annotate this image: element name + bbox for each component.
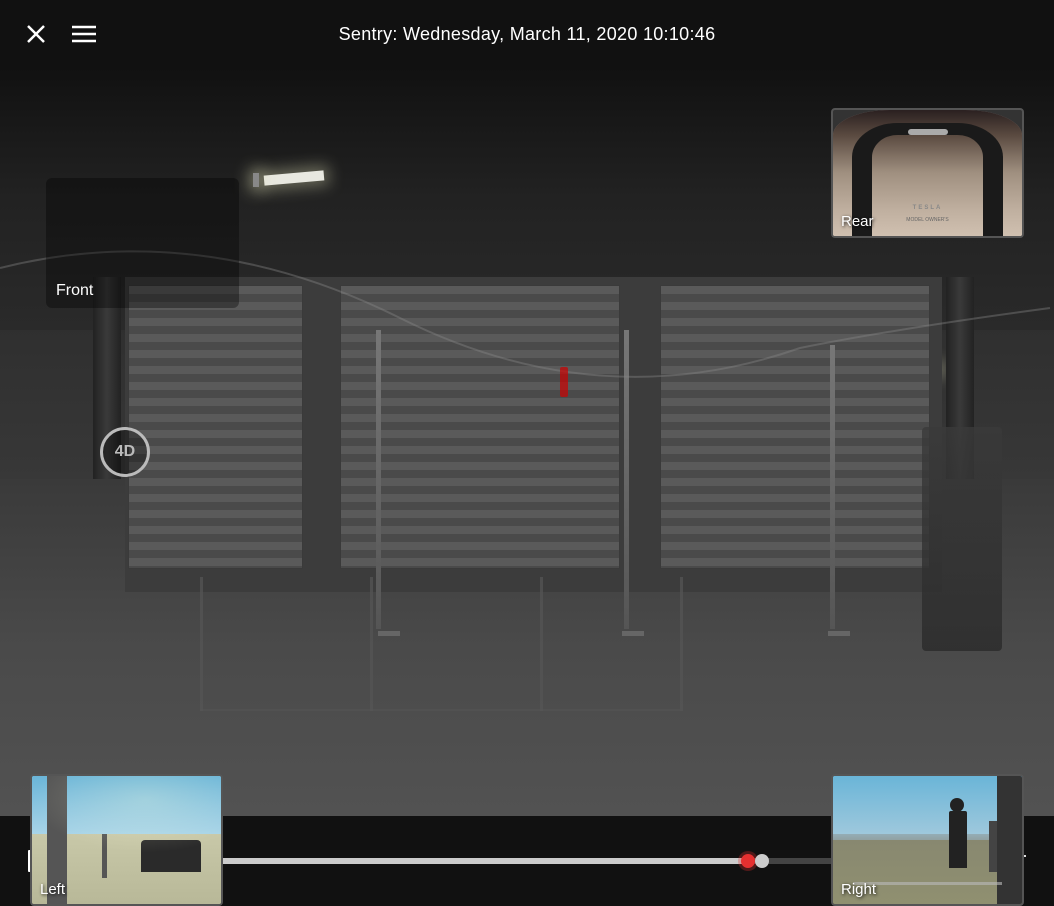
front-camera-label: Front (56, 282, 93, 300)
charge-post-2 (624, 330, 629, 629)
person-head (950, 798, 964, 812)
sun-glow (32, 776, 221, 853)
roller-door-2 (340, 285, 620, 569)
charge-post-arm-1 (378, 631, 400, 636)
top-bar: Sentry: Wednesday, March 11, 2020 10:10:… (0, 0, 1054, 68)
fire-extinguisher (560, 367, 568, 397)
bumper-text: TESLA (913, 205, 943, 211)
charge-post-arm-2 (622, 631, 644, 636)
seek-bar-fill (133, 858, 748, 864)
roller-door-3 (660, 285, 930, 569)
left-camera-label: Left (40, 881, 65, 898)
sign-4d: 4D (100, 427, 150, 477)
left-camera-thumbnail[interactable]: Left (30, 774, 223, 906)
charge-post-1 (376, 330, 381, 629)
seek-handle-grey[interactable] (755, 854, 769, 868)
light-mount (253, 173, 259, 187)
charge-post-arm-3 (828, 631, 850, 636)
seek-bar[interactable] (133, 858, 921, 864)
right-charger (989, 821, 997, 872)
rear-camera-thumbnail[interactable]: TESLA MODEL OWNER'S Rear (831, 108, 1024, 238)
rear-camera-label: Rear (841, 213, 874, 230)
close-button[interactable] (20, 18, 52, 50)
right-camera-thumbnail[interactable]: Right (831, 774, 1024, 906)
bumper-text-2: MODEL OWNER'S (906, 217, 948, 223)
front-label-overlay: Front (46, 178, 239, 308)
parking-line-1 (200, 577, 203, 712)
right-camera-label: Right (841, 881, 876, 898)
tesla-logo-hint (908, 129, 948, 135)
parking-line-h (200, 709, 680, 711)
roller-door-1 (128, 285, 303, 569)
charge-post-3 (830, 345, 835, 629)
menu-button[interactable] (68, 18, 100, 50)
video-title: Sentry: Wednesday, March 11, 2020 10:10:… (339, 24, 716, 45)
parking-line-3 (540, 577, 543, 712)
seek-handle-red[interactable] (741, 854, 755, 868)
parked-car (922, 427, 1002, 651)
parking-line-2 (370, 577, 373, 712)
person-body (949, 811, 967, 869)
parking-line-4 (680, 577, 683, 712)
video-area: 4D Front (0, 68, 1054, 906)
